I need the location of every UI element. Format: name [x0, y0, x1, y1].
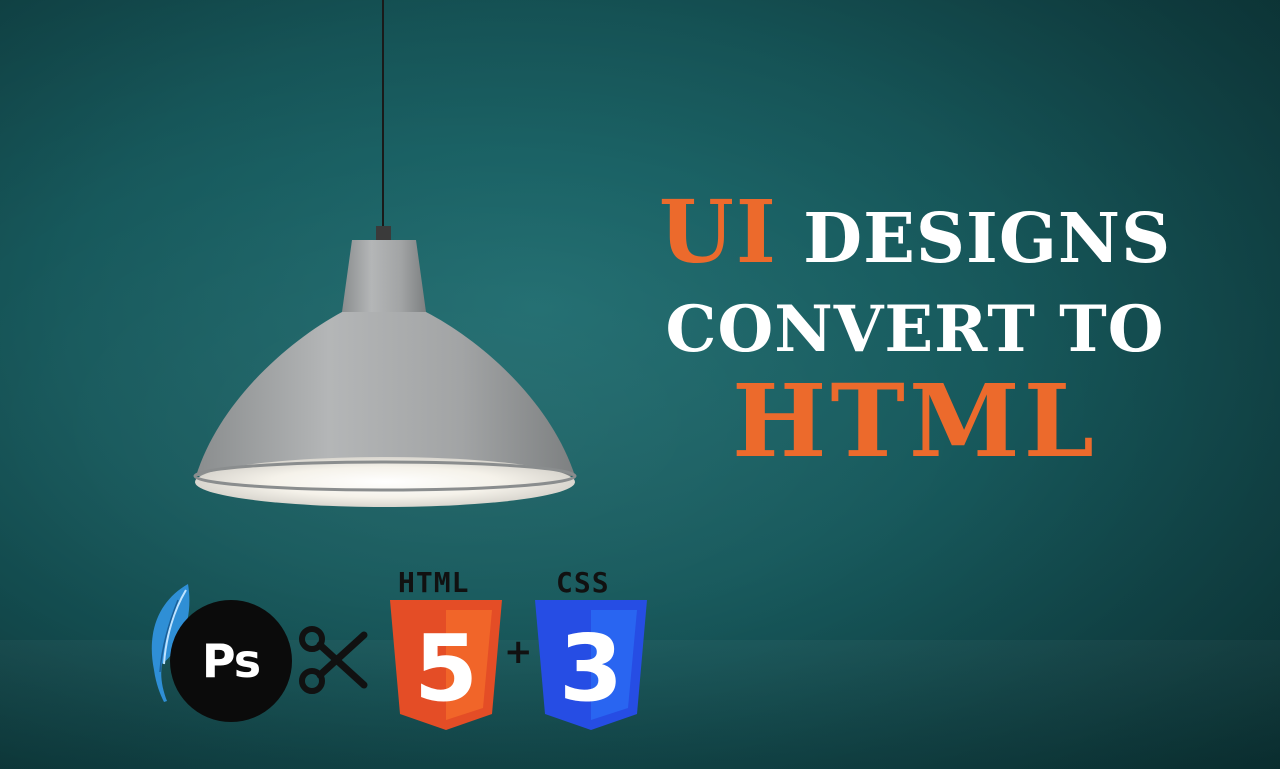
lamp-socket — [376, 226, 391, 240]
photoshop-icon: Ps — [170, 600, 292, 722]
headline-convert-to: CONVERT TO — [665, 292, 1165, 367]
scissors-icon — [299, 626, 368, 694]
html5-number: 5 — [414, 615, 478, 722]
plus-sign: + — [504, 632, 533, 672]
html-label: HTML — [398, 566, 470, 599]
lamp-neck — [342, 240, 426, 312]
html5-shield-icon: 5 — [390, 600, 502, 730]
headline: UI DESIGNS CONVERT TO HTML — [590, 190, 1240, 479]
headline-line-1: UI DESIGNS — [590, 190, 1240, 282]
pendant-lamp — [193, 0, 577, 507]
headline-line-3: HTML — [590, 371, 1240, 479]
css-label: CSS — [556, 566, 610, 599]
tech-logos: Ps HTML 5 + CSS 3 — [140, 566, 660, 730]
css3-number: 3 — [559, 615, 623, 722]
headline-html: HTML — [732, 362, 1098, 480]
headline-designs: DESIGNS — [803, 199, 1172, 279]
css3-shield-icon: 3 — [535, 600, 647, 730]
headline-ui: UI — [658, 182, 779, 283]
lamp-shade — [196, 312, 575, 476]
